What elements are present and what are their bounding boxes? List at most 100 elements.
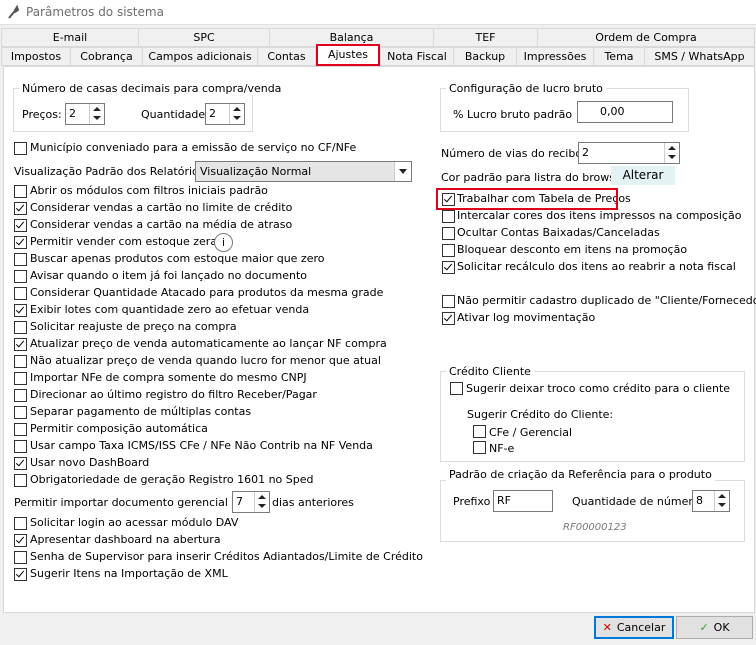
- left-option-label-16: Usar novo DashBoard: [30, 456, 150, 469]
- tab-spc[interactable]: SPC: [138, 28, 270, 47]
- prefixo-input[interactable]: RF: [493, 490, 553, 512]
- arrow-down-icon[interactable]: [718, 503, 726, 507]
- left-option2-label-1: Apresentar dashboard na abertura: [30, 533, 221, 546]
- lucro-label: % Lucro bruto padrão: [453, 108, 573, 121]
- arrow-down-icon[interactable]: [233, 116, 241, 120]
- arrow-up-icon[interactable]: [233, 107, 241, 111]
- left-option-checkbox-16[interactable]: [14, 457, 27, 470]
- chevron-down-icon[interactable]: [394, 162, 411, 181]
- nfe-label: NF-e: [489, 442, 515, 455]
- cfe-checkbox[interactable]: [473, 425, 486, 438]
- left-option-label-12: Direcionar ao último registro do filtro …: [30, 388, 317, 401]
- right-option-checkbox-2[interactable]: [442, 227, 455, 240]
- tab-ajustes[interactable]: Ajustes: [316, 44, 380, 66]
- decimais-title: Número de casas decimais para compra/ven…: [19, 82, 285, 95]
- credito-title: Crédito Cliente: [446, 365, 534, 378]
- left-option-label-17: Obrigatoriedade de geração Registro 1601…: [30, 473, 314, 486]
- arrow-up-icon[interactable]: [718, 494, 726, 498]
- tab-tema[interactable]: Tema: [593, 47, 645, 66]
- title-bar: Parâmetros do sistema: [0, 0, 756, 25]
- lucro-input[interactable]: 0,00: [577, 101, 673, 123]
- tab-campos-adicionais[interactable]: Campos adicionais: [142, 47, 258, 66]
- arrow-down-icon[interactable]: [93, 116, 101, 120]
- left-option-checkbox-6[interactable]: [14, 287, 27, 300]
- relatorios-label: Visualização Padrão dos Relatórios:: [14, 165, 209, 178]
- tab-sms-whatsapp[interactable]: SMS / WhatsApp: [644, 47, 755, 66]
- right-option-checkbox-3[interactable]: [442, 244, 455, 257]
- right-option-checkbox-1[interactable]: [442, 210, 455, 223]
- tab-contas[interactable]: Contas: [257, 47, 316, 66]
- precos-label: Preços:: [22, 108, 62, 121]
- vias-label: Número de vias do recibo:: [441, 147, 586, 160]
- info-icon[interactable]: i: [214, 233, 233, 252]
- left-option-label-4: Buscar apenas produtos com estoque maior…: [30, 252, 325, 265]
- arrow-up-icon[interactable]: [258, 495, 266, 499]
- left-option-checkbox-12[interactable]: [14, 389, 27, 402]
- left-option2-label-3: Sugerir Itens na Importação de XML: [30, 567, 228, 580]
- importar-dias-spinner[interactable]: 7: [232, 491, 270, 513]
- left-option2-label-2: Senha de Supervisor para inserir Crédito…: [30, 550, 423, 563]
- troco-label: Sugerir deixar troco como crédito para o…: [466, 382, 731, 395]
- tab-ordem-compra[interactable]: Ordem de Compra: [537, 28, 755, 47]
- quantidade-label: Quantidade:: [141, 108, 209, 121]
- left-option-checkbox-10[interactable]: [14, 355, 27, 368]
- right-option2-checkbox-0[interactable]: [442, 295, 455, 308]
- tab-impressoes[interactable]: Impressões: [516, 47, 594, 66]
- right-option2-checkbox-1[interactable]: [442, 312, 455, 325]
- quantidade-spinner[interactable]: 2: [205, 103, 245, 125]
- arrow-up-icon[interactable]: [668, 146, 676, 150]
- precos-spinner[interactable]: 2: [65, 103, 105, 125]
- cancelar-button[interactable]: ✕ Cancelar: [594, 616, 674, 639]
- left-option-checkbox-0[interactable]: [14, 185, 27, 198]
- tab-backup[interactable]: Backup: [453, 47, 517, 66]
- tab-tef[interactable]: TEF: [433, 28, 538, 47]
- left-option-checkbox-13[interactable]: [14, 406, 27, 419]
- left-option2-checkbox-3[interactable]: [14, 568, 27, 581]
- referencia-title: Padrão de criação da Referência para o p…: [446, 468, 715, 481]
- left-option-checkbox-17[interactable]: [14, 474, 27, 487]
- arrow-down-icon[interactable]: [258, 504, 266, 508]
- left-option-checkbox-11[interactable]: [14, 372, 27, 385]
- arrow-down-icon[interactable]: [668, 155, 676, 159]
- close-icon: ✕: [602, 621, 612, 634]
- left-option2-checkbox-2[interactable]: [14, 551, 27, 564]
- left-option-checkbox-5[interactable]: [14, 270, 27, 283]
- left-option-checkbox-3[interactable]: [14, 236, 27, 249]
- spinner-buttons[interactable]: [229, 104, 244, 124]
- spinner-buttons[interactable]: [664, 143, 679, 163]
- troco-checkbox[interactable]: [450, 382, 463, 395]
- spinner-buttons[interactable]: [714, 491, 729, 511]
- left-option-checkbox-8[interactable]: [14, 321, 27, 334]
- left-option-checkbox-9[interactable]: [14, 338, 27, 351]
- left-option-label-2: Considerar vendas a cartão na média de a…: [30, 218, 293, 231]
- alterar-button[interactable]: Alterar: [611, 166, 675, 185]
- cfe-label: CFe / Gerencial: [489, 426, 573, 439]
- left-option2-checkbox-1[interactable]: [14, 534, 27, 547]
- left-option-checkbox-1[interactable]: [14, 202, 27, 215]
- left-option-checkbox-14[interactable]: [14, 423, 27, 436]
- left-option-checkbox-15[interactable]: [14, 440, 27, 453]
- ok-button[interactable]: ✓ OK: [676, 616, 753, 639]
- left-option-checkbox-7[interactable]: [14, 304, 27, 317]
- nfe-checkbox[interactable]: [473, 441, 486, 454]
- vias-spinner[interactable]: 2: [578, 142, 680, 164]
- tab-email[interactable]: E-mail: [1, 28, 139, 47]
- tab-impostos[interactable]: Impostos: [1, 47, 71, 66]
- spinner-buttons[interactable]: [254, 492, 269, 512]
- tab-nota-fiscal[interactable]: Nota Fiscal: [380, 47, 454, 66]
- right-option-checkbox-4[interactable]: [442, 261, 455, 274]
- left-option-checkbox-2[interactable]: [14, 219, 27, 232]
- relatorios-select[interactable]: Visualização Normal: [195, 161, 412, 182]
- qtd-numeros-spinner[interactable]: 8: [692, 490, 730, 512]
- right-option2-label-0: Não permitir cadastro duplicado de "Clie…: [457, 294, 756, 307]
- left-option-label-15: Usar campo Taxa ICMS/ISS CFe / NFe Não C…: [30, 439, 373, 452]
- spinner-buttons[interactable]: [89, 104, 104, 124]
- left-option-checkbox-4[interactable]: [14, 253, 27, 266]
- arrow-up-icon[interactable]: [93, 107, 101, 111]
- left-option2-checkbox-0[interactable]: [14, 517, 27, 530]
- right-option2-label-1: Ativar log movimentação: [457, 311, 596, 324]
- municipio-checkbox[interactable]: [14, 142, 27, 155]
- right-option-label-2: Ocultar Contas Baixadas/Canceladas: [457, 226, 660, 239]
- tab-cobranca[interactable]: Cobrança: [70, 47, 143, 66]
- left-option-label-10: Não atualizar preço de venda quando lucr…: [30, 354, 381, 367]
